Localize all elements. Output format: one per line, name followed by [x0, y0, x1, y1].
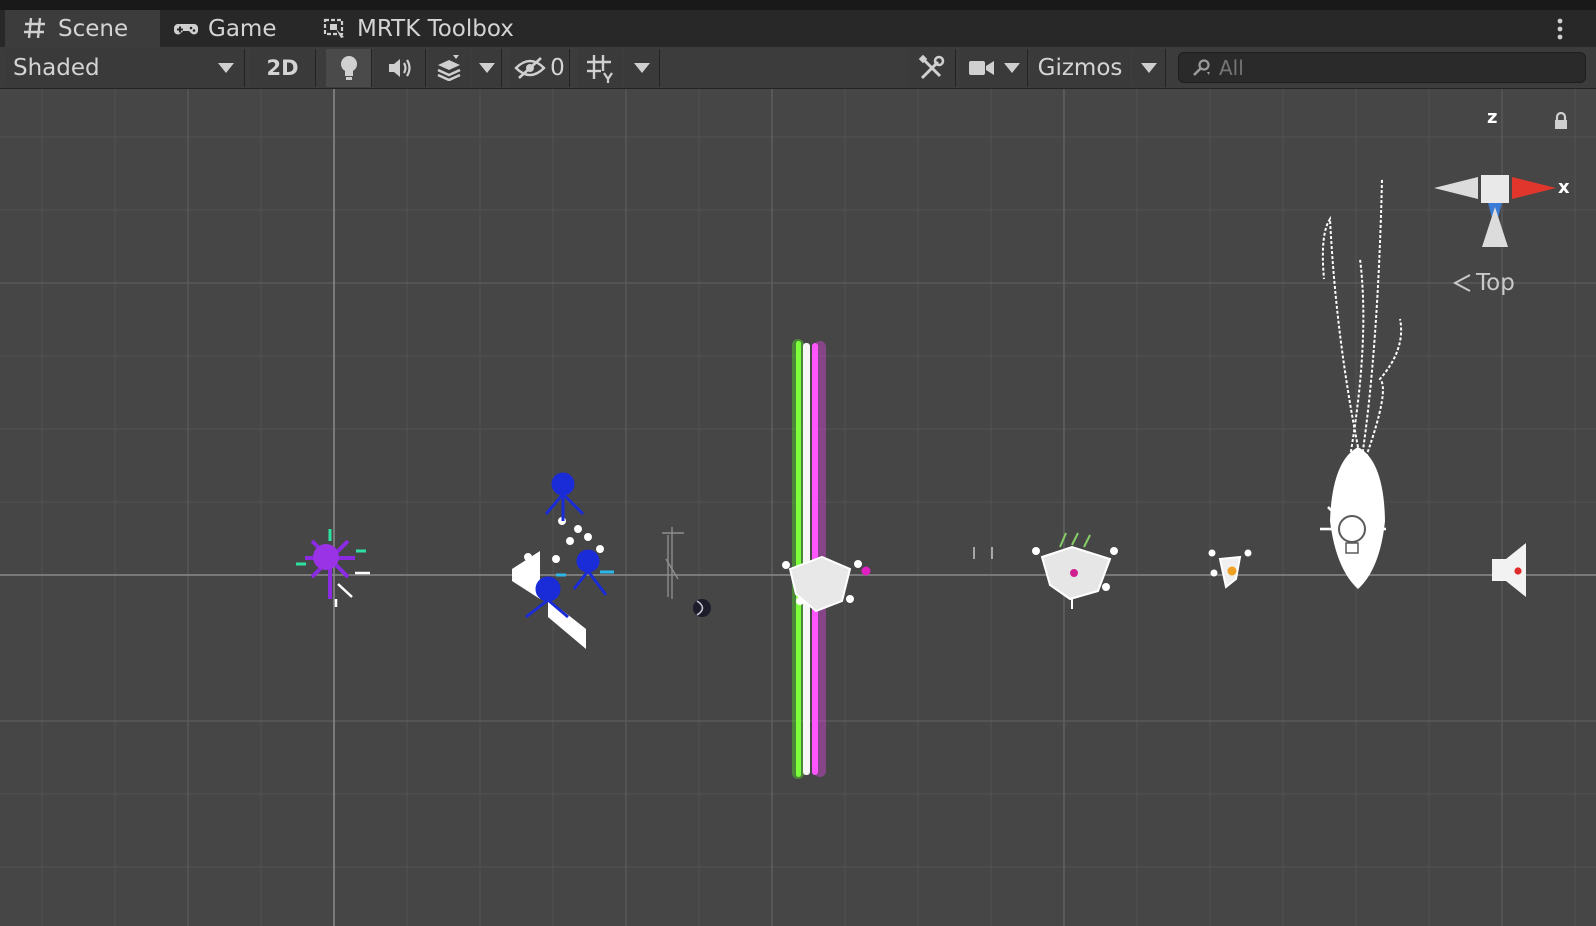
view-orientation-text: Top	[1476, 270, 1515, 296]
shading-mode-dropdown[interactable]: Shaded	[5, 49, 245, 87]
tab-scene[interactable]: Scene	[5, 10, 160, 47]
chevron-down-icon	[1140, 63, 1157, 73]
search-icon	[1193, 59, 1210, 76]
scene-search-field[interactable]	[1178, 52, 1586, 83]
2d-toggle-button[interactable]: 2D	[250, 49, 316, 87]
layers-stack-icon	[437, 55, 461, 81]
tab-game[interactable]: Game	[173, 10, 308, 47]
effects-dropdown[interactable]	[472, 49, 502, 87]
lighting-toggle-button[interactable]	[326, 49, 372, 87]
window-top-strip	[0, 0, 1596, 10]
tab-label: MRTK Toolbox	[357, 15, 514, 42]
chevron-down-icon	[478, 63, 495, 73]
camera-settings-button[interactable]	[960, 49, 1028, 87]
grid-dropdown[interactable]	[624, 49, 660, 87]
chevron-down-icon	[1003, 63, 1020, 73]
grid-toggle-button[interactable]	[578, 49, 622, 87]
chevron-down-icon	[218, 63, 234, 73]
scene-grid-icon	[23, 16, 49, 42]
scene-toolbar: Shaded 2D 0 Gizmos All	[0, 47, 1596, 89]
view-orientation-label[interactable]: Top	[1452, 270, 1515, 296]
light-bulb-icon	[340, 56, 357, 80]
speaker-icon	[388, 59, 411, 77]
hidden-objects-count: 0	[550, 55, 565, 81]
chevron-left-icon	[1452, 274, 1471, 292]
chevron-down-icon	[633, 63, 650, 73]
tab-bar: Scene Game MRTK Toolbox	[0, 10, 1596, 47]
gizmos-toggle-button[interactable]: Gizmos	[1030, 49, 1130, 87]
search-input[interactable]	[1217, 54, 1551, 81]
gizmos-label: Gizmos	[1037, 55, 1123, 81]
shading-mode-label: Shaded	[13, 55, 100, 81]
hidden-objects-toggle[interactable]: 0	[510, 49, 570, 87]
tab-mrtk-toolbox[interactable]: MRTK Toolbox	[322, 10, 542, 47]
scene-viewport[interactable]: z x Top	[0, 89, 1596, 926]
2d-toggle-label: 2D	[266, 56, 299, 80]
effects-toggle-button[interactable]	[428, 49, 470, 87]
unity-scene-window: Scene Game MRTK Toolbox Shaded 2D 0 Gizm…	[0, 0, 1596, 926]
grid-snap-icon	[587, 55, 613, 83]
wrench-screwdriver-icon	[918, 54, 944, 80]
gamepad-icon	[173, 16, 199, 42]
tab-label: Game	[208, 15, 277, 42]
gizmo-axis-z-label: z	[1487, 107, 1498, 128]
orientation-gizmo[interactable]	[0, 89, 1596, 926]
gizmo-axis-x-label: x	[1558, 177, 1570, 198]
camera-icon	[968, 61, 994, 75]
tab-label: Scene	[58, 15, 129, 42]
eye-slash-icon	[514, 57, 546, 79]
gizmos-dropdown[interactable]	[1132, 49, 1166, 87]
audio-toggle-button[interactable]	[374, 49, 426, 87]
toolbox-icon	[322, 16, 348, 42]
tools-button[interactable]	[908, 49, 956, 87]
more-options-icon[interactable]	[1554, 16, 1566, 44]
lock-icon[interactable]	[1553, 111, 1569, 135]
